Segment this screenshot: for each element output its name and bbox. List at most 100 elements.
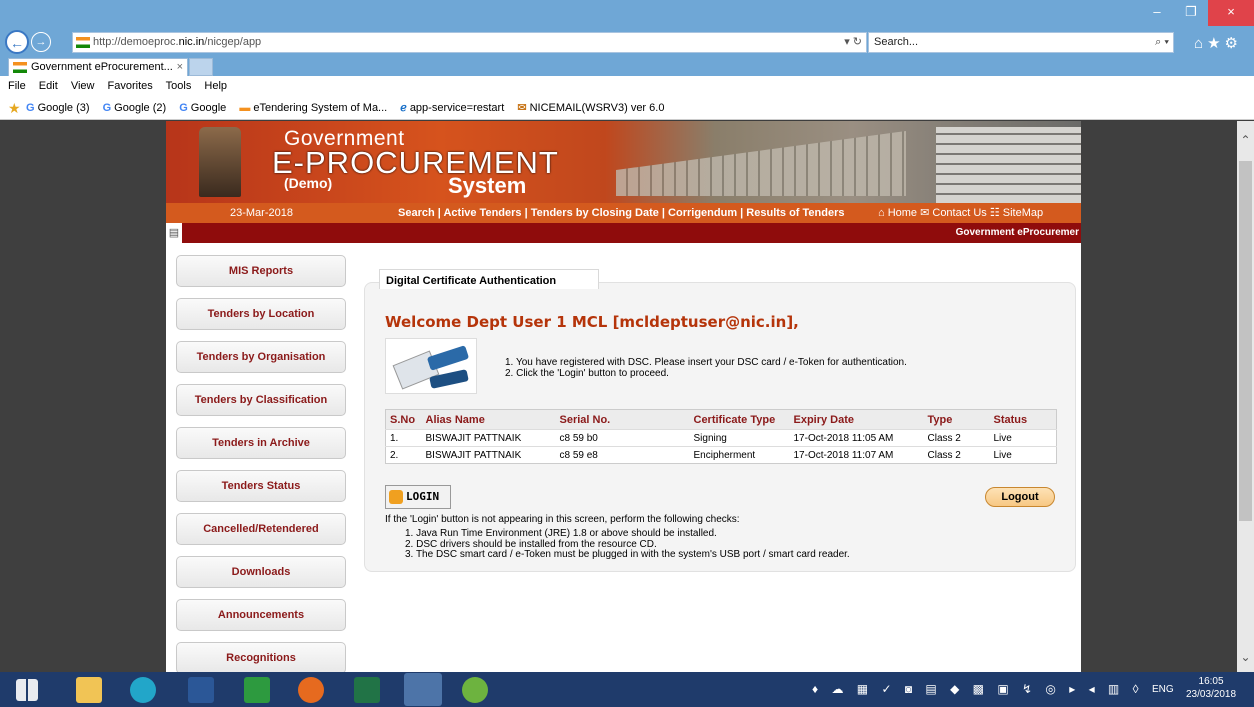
- search-box[interactable]: Search... ⌕ ▾: [868, 32, 1174, 53]
- cell: c8 59 e8: [555, 446, 690, 464]
- welcome-message: Welcome Dept User 1 MCL [mcldeptuser@nic…: [385, 313, 799, 331]
- current-date: 23-Mar-2018: [230, 207, 293, 219]
- address-bar[interactable]: http://demoeproc.nic.in/nicgep/app ▾ ↻: [72, 32, 867, 53]
- logout-button[interactable]: Logout: [985, 487, 1055, 507]
- checks-list: 1. Java Run Time Environment (JRE) 1.8 o…: [405, 528, 850, 561]
- system-tray[interactable]: ♦ ☁ ▦ ✓ ◙ ▤ ◆ ▩ ▣ ↯ ◎ ▸ ◂ ▥ ◊: [812, 682, 1144, 696]
- table-row[interactable]: 2. BISWAJIT PATTNAIK c8 59 e8 Encipherme…: [385, 446, 1057, 464]
- scroll-down-icon[interactable]: ⌄: [1237, 650, 1254, 664]
- search-icon[interactable]: ⌕ ▾: [1155, 33, 1169, 52]
- sidebar-tenders-status[interactable]: Tenders Status: [176, 470, 346, 502]
- scroll-up-icon[interactable]: ⌃: [1237, 133, 1254, 147]
- cell: 17-Oct-2018 11:07 AM: [789, 446, 924, 464]
- store-icon[interactable]: [244, 677, 270, 703]
- col-serial: Serial No.: [555, 409, 690, 430]
- main-nav-links[interactable]: Search | Active Tenders | Tenders by Clo…: [398, 203, 845, 223]
- menu-file[interactable]: File: [8, 80, 26, 92]
- app-icon[interactable]: [462, 677, 488, 703]
- sidebar-mis-reports[interactable]: MIS Reports: [176, 255, 346, 287]
- word-icon[interactable]: [188, 677, 214, 703]
- clock[interactable]: 16:05 23/03/2018: [1186, 675, 1236, 701]
- language-indicator[interactable]: ENG: [1152, 684, 1174, 695]
- menu-view[interactable]: View: [71, 80, 95, 92]
- favorite-label: Google (3): [37, 102, 90, 114]
- window-controls: – ❐ ×: [1140, 0, 1254, 28]
- home-contact-sitemap-links[interactable]: ⌂ Home ✉ Contact Us ☷ SiteMap: [878, 203, 1043, 223]
- favorite-label: eTendering System of Ma...: [253, 102, 388, 114]
- favorite-label: Google: [190, 102, 227, 114]
- sidebar-tenders-by-location[interactable]: Tenders by Location: [176, 298, 346, 330]
- refresh-icon[interactable]: ▾ ↻: [844, 33, 862, 52]
- home-favorites-settings-icons[interactable]: ⌂★⚙: [1194, 34, 1242, 52]
- tab-close-icon[interactable]: ×: [177, 59, 183, 76]
- sidebar-downloads[interactable]: Downloads: [176, 556, 346, 588]
- site-banner: Government E-PROCUREMENT (Demo) System: [166, 121, 1081, 203]
- login-button[interactable]: LOGIN: [385, 485, 451, 509]
- ie-icon[interactable]: [404, 673, 442, 706]
- cell: c8 59 b0: [555, 429, 690, 447]
- firefox-icon[interactable]: [298, 677, 324, 703]
- dsc-token-image: [385, 338, 477, 394]
- col-expiry: Expiry Date: [789, 409, 924, 430]
- favorites-bar: ★ G Google (3) G Google (2) G Google ▬ eTend…: [0, 96, 1254, 120]
- favorite-link[interactable]: G Google (3): [26, 102, 90, 114]
- favorite-link[interactable]: ▬ eTendering System of Ma...: [239, 102, 387, 114]
- new-tab-button[interactable]: [189, 58, 213, 76]
- col-cert-type: Certificate Type: [689, 409, 790, 430]
- sidebar-tenders-by-classification[interactable]: Tenders by Classification: [176, 384, 346, 416]
- vertical-scrollbar[interactable]: ⌃ ⌄: [1237, 121, 1254, 672]
- table-header-row: S.No Alias Name Serial No. Certificate T…: [385, 409, 1057, 430]
- menu-tools[interactable]: Tools: [166, 80, 192, 92]
- back-button[interactable]: ←: [5, 30, 29, 54]
- favorite-label: app-service=restart: [409, 102, 505, 114]
- cell: 17-Oct-2018 11:05 AM: [789, 429, 924, 447]
- cell: Signing: [689, 429, 790, 447]
- maximize-button[interactable]: ❐: [1174, 0, 1208, 26]
- url-path: /nicgep/app: [204, 36, 262, 48]
- window-titlebar: – ❐ ×: [0, 0, 1254, 30]
- forward-button[interactable]: →: [31, 32, 51, 52]
- file-explorer-icon[interactable]: [76, 677, 102, 703]
- excel-icon[interactable]: [354, 677, 380, 703]
- instruction-line: 1. You have registered with DSC. Please …: [505, 357, 907, 368]
- table-row[interactable]: 1. BISWAJIT PATTNAIK c8 59 b0 Signing 17…: [385, 429, 1057, 447]
- col-alias: Alias Name: [421, 409, 556, 430]
- sidebar: MIS Reports Tenders by Location Tenders …: [176, 255, 346, 672]
- sidebar-tenders-by-organisation[interactable]: Tenders by Organisation: [176, 341, 346, 373]
- cell: 1.: [385, 429, 422, 447]
- sidebar-tenders-in-archive[interactable]: Tenders in Archive: [176, 427, 346, 459]
- menu-help[interactable]: Help: [204, 80, 227, 92]
- google-icon: G: [179, 102, 188, 114]
- start-icon[interactable]: [16, 679, 38, 701]
- col-status: Status: [989, 409, 1057, 430]
- menu-favorites[interactable]: Favorites: [108, 80, 153, 92]
- favorite-link[interactable]: ℯ app-service=restart: [400, 102, 504, 114]
- favorites-star-icon[interactable]: ★: [8, 96, 21, 120]
- close-window-button[interactable]: ×: [1208, 0, 1254, 26]
- sidebar-cancelled-retendered[interactable]: Cancelled/Retendered: [176, 513, 346, 545]
- media-icon[interactable]: [130, 677, 156, 703]
- cell: BISWAJIT PATTNAIK: [421, 446, 556, 464]
- login-label: LOGIN: [406, 490, 440, 503]
- sidebar-recognitions[interactable]: Recognitions: [176, 642, 346, 672]
- cell: Live: [989, 429, 1057, 447]
- mail-icon: ✉: [517, 102, 527, 114]
- scroll-thumb[interactable]: [1239, 161, 1252, 521]
- favorite-link[interactable]: G Google (2): [103, 102, 167, 114]
- tab-active[interactable]: Government eProcurement... ×: [8, 58, 188, 76]
- clock-time: 16:05: [1198, 676, 1224, 687]
- favorite-link[interactable]: G Google: [179, 102, 226, 114]
- tab-favicon: [13, 62, 27, 73]
- minimize-button[interactable]: –: [1140, 0, 1174, 26]
- favorite-label: Google (2): [114, 102, 167, 114]
- sidebar-announcements[interactable]: Announcements: [176, 599, 346, 631]
- google-icon: G: [26, 102, 35, 114]
- page-viewport: Government E-PROCUREMENT (Demo) System 2…: [0, 121, 1237, 672]
- check-item: 3. The DSC smart card / e-Token must be …: [405, 549, 850, 560]
- favorite-link[interactable]: ✉ NICEMAIL(WSRV3) ver 6.0: [517, 102, 664, 114]
- cell: Live: [989, 446, 1057, 464]
- certificate-table: S.No Alias Name Serial No. Certificate T…: [385, 409, 1057, 464]
- document-icon[interactable]: ▤: [166, 223, 182, 243]
- menu-edit[interactable]: Edit: [39, 80, 58, 92]
- clock-date: 23/03/2018: [1186, 689, 1237, 700]
